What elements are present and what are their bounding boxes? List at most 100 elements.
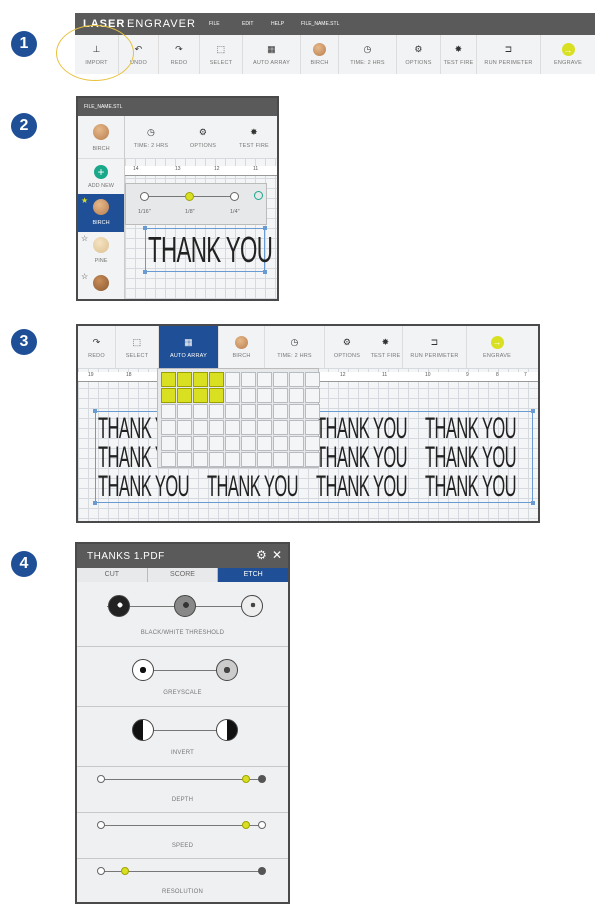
auto-array-button-active[interactable]: ▦ AUTO ARRAY [159, 326, 219, 368]
speed-slider-handle[interactable] [242, 821, 250, 829]
array-picker-cell[interactable] [209, 372, 224, 387]
test-fire-button[interactable]: ✸ TEST FIRE [369, 326, 403, 368]
material-birch-button[interactable]: BIRCH [219, 326, 265, 368]
target-icon[interactable] [254, 191, 263, 200]
invert-on-thumb[interactable] [216, 719, 238, 741]
array-picker-cell[interactable] [241, 436, 256, 451]
array-picker-cell[interactable] [305, 420, 320, 435]
array-picker-cell[interactable] [225, 436, 240, 451]
array-picker-cell[interactable] [257, 372, 272, 387]
threshold-light-thumb[interactable] [241, 595, 263, 617]
array-picker-cell[interactable] [177, 436, 192, 451]
run-perimeter-button[interactable]: ⊐ RUN PERIMETER [403, 326, 467, 368]
close-icon[interactable]: ✕ [272, 548, 282, 562]
text-selection-box[interactable]: THANK YOU [143, 226, 273, 274]
array-picker-cell[interactable] [209, 388, 224, 403]
select-button[interactable]: ⬚ SELECT [116, 326, 159, 368]
options-button[interactable]: ⚙ OPTIONS [325, 326, 369, 368]
array-picker-cell[interactable] [257, 404, 272, 419]
run-perimeter-button[interactable]: ⊐ RUN PERIMETER [477, 35, 541, 74]
array-picker-cell[interactable] [305, 372, 320, 387]
depth-slider-handle[interactable] [242, 775, 250, 783]
gear-icon[interactable]: ⚙ [256, 548, 267, 562]
size-option-1-16[interactable] [140, 192, 149, 201]
array-picker-cell[interactable] [241, 372, 256, 387]
speed-max-knob[interactable] [258, 821, 266, 829]
redo-button[interactable]: ↷ REDO [159, 35, 200, 74]
add-new-button[interactable]: + ADD NEW [78, 158, 124, 195]
array-picker-cell[interactable] [225, 404, 240, 419]
tab-score[interactable]: SCORE [147, 568, 219, 582]
material-birch-button[interactable]: BIRCH [301, 35, 339, 74]
array-picker-cell[interactable] [225, 372, 240, 387]
array-picker-cell[interactable] [225, 452, 240, 467]
depth-min-knob[interactable] [97, 775, 105, 783]
resolution-max-knob[interactable] [258, 867, 266, 875]
array-picker-cell[interactable] [241, 388, 256, 403]
test-fire-button[interactable]: ✸ TEST FIRE [441, 35, 477, 74]
array-picker-cell[interactable] [289, 388, 304, 403]
array-picker-cell[interactable] [177, 388, 192, 403]
depth-max-knob[interactable] [258, 775, 266, 783]
menu-file[interactable]: FILE [209, 21, 220, 27]
array-picker-cell[interactable] [209, 420, 224, 435]
material-birch-selected[interactable]: ★ BIRCH [78, 194, 124, 232]
array-picker-cell[interactable] [209, 436, 224, 451]
engrave-button[interactable]: → ENGRAVE [467, 326, 527, 368]
greyscale-off-thumb[interactable] [132, 659, 154, 681]
engrave-button[interactable]: → ENGRAVE [541, 35, 595, 74]
menu-help[interactable]: HELP [271, 21, 284, 27]
size-option-1-4[interactable] [230, 192, 239, 201]
array-picker-cell[interactable] [193, 388, 208, 403]
editor-canvas[interactable]: 14 13 12 11 1/16" 1/8" 1/4" THANK YOU [125, 158, 277, 299]
array-picker-cell[interactable] [209, 404, 224, 419]
array-picker-cell[interactable] [305, 404, 320, 419]
array-picker-cell[interactable] [273, 436, 288, 451]
redo-button[interactable]: ↷ REDO [78, 326, 116, 368]
array-picker-cell[interactable] [193, 372, 208, 387]
array-picker-cell[interactable] [289, 372, 304, 387]
options-button[interactable]: ⚙ OPTIONS [177, 116, 229, 158]
array-picker-cell[interactable] [305, 388, 320, 403]
array-picker-cell[interactable] [257, 388, 272, 403]
select-button[interactable]: ⬚ SELECT [200, 35, 243, 74]
material-birch-item[interactable]: BIRCH [78, 116, 124, 158]
array-picker-cell[interactable] [177, 452, 192, 467]
array-picker-cell[interactable] [241, 452, 256, 467]
array-picker-cell[interactable] [257, 436, 272, 451]
array-picker-cell[interactable] [273, 452, 288, 467]
array-picker-cell[interactable] [273, 388, 288, 403]
greyscale-on-thumb[interactable] [216, 659, 238, 681]
array-canvas[interactable]: 19 18 12 11 10 9 8 7 THANK YOU THANK YOU… [78, 368, 538, 521]
array-picker-cell[interactable] [193, 436, 208, 451]
resolution-min-knob[interactable] [97, 867, 105, 875]
array-picker-cell[interactable] [161, 452, 176, 467]
array-picker-cell[interactable] [257, 420, 272, 435]
array-picker-cell[interactable] [273, 372, 288, 387]
array-picker-cell[interactable] [273, 404, 288, 419]
array-picker-cell[interactable] [161, 436, 176, 451]
array-picker-cell[interactable] [193, 420, 208, 435]
options-button[interactable]: ⚙ OPTIONS [397, 35, 441, 74]
array-picker-cell[interactable] [225, 388, 240, 403]
array-picker-cell[interactable] [193, 452, 208, 467]
test-fire-button[interactable]: ✸ TEST FIRE [229, 116, 277, 158]
material-pine-item[interactable]: ☆ PINE [78, 232, 124, 270]
array-picker-cell[interactable] [289, 404, 304, 419]
array-picker-cell[interactable] [289, 452, 304, 467]
speed-min-knob[interactable] [97, 821, 105, 829]
array-picker-cell[interactable] [193, 404, 208, 419]
resolution-slider-handle[interactable] [121, 867, 129, 875]
array-picker-cell[interactable] [289, 420, 304, 435]
array-picker-cell[interactable] [177, 404, 192, 419]
threshold-dark-thumb[interactable] [108, 595, 130, 617]
array-picker-cell[interactable] [209, 452, 224, 467]
array-picker-cell[interactable] [177, 372, 192, 387]
array-picker-cell[interactable] [161, 404, 176, 419]
material-walnut-item[interactable]: ☆ [78, 270, 124, 299]
array-picker-cell[interactable] [241, 420, 256, 435]
tab-cut[interactable]: CUT [77, 568, 148, 582]
threshold-mid-thumb[interactable] [174, 595, 196, 617]
array-picker-cell[interactable] [289, 436, 304, 451]
array-picker-grid[interactable] [161, 372, 320, 467]
